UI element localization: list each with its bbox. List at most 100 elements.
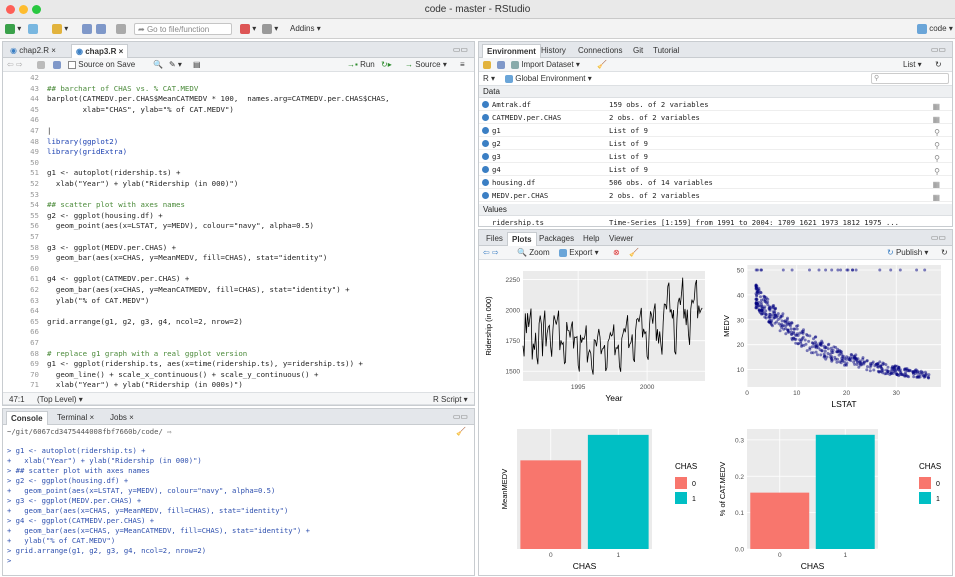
refresh-icon[interactable]: ↻ <box>935 59 942 71</box>
new-file-icon[interactable]: ▾ <box>5 23 21 35</box>
close-tab-icon[interactable]: × <box>119 47 124 56</box>
pane-minmax-icon[interactable]: ▭▭ <box>931 45 946 54</box>
pane-minmax-icon[interactable]: ▭▭ <box>453 45 468 54</box>
outline-icon[interactable]: ≡ <box>460 59 465 71</box>
save-file-icon[interactable] <box>53 59 61 71</box>
tab-jobs[interactable]: Jobs × <box>106 411 138 425</box>
export-button[interactable]: Export ▾ <box>559 247 599 259</box>
tab-viewer[interactable]: Viewer <box>605 232 637 246</box>
console-line: > ## scatter plot with axes names <box>7 466 150 475</box>
broom-icon[interactable]: 🧹 <box>597 59 607 71</box>
clear-plots-icon[interactable]: 🧹 <box>629 247 639 259</box>
compile-report-icon[interactable]: ▤ <box>193 59 201 71</box>
save-all-icon[interactable] <box>96 23 106 35</box>
tab-tutorial[interactable]: Tutorial <box>649 44 683 58</box>
tab-chap2[interactable]: ◉ chap2.R × <box>6 44 60 58</box>
tab-chap3[interactable]: ◉ chap3.R × <box>71 44 129 58</box>
goto-file-input[interactable]: ➦ Go to file/function <box>134 23 232 35</box>
close-window-icon[interactable] <box>6 5 15 14</box>
scope-env-menu[interactable]: Global Environment ▾ <box>505 73 592 85</box>
list-view-menu[interactable]: List ▾ <box>903 59 922 71</box>
goto-dir-icon[interactable]: ⇨ <box>167 427 171 436</box>
env-row[interactable]: g3 List of 9 ⚲ <box>479 150 952 163</box>
close-tab-icon[interactable]: × <box>129 413 134 422</box>
load-workspace-icon[interactable] <box>483 59 491 71</box>
maximize-window-icon[interactable] <box>32 5 41 14</box>
previous-plot-icon[interactable]: ⇦ ⇨ <box>483 247 499 259</box>
save-workspace-icon[interactable] <box>497 59 505 71</box>
console-path: ~/git/6067cd3475444008fbf7660b/code/ ⇨ <box>7 427 171 436</box>
console-output[interactable]: > g1 <- autoplot(ridership.ts) + + xlab("… <box>7 446 470 573</box>
tab-files[interactable]: Files <box>482 232 507 246</box>
env-row[interactable]: CATMEDV.per.CHAS 2 obs. of 2 variables ▦ <box>479 111 952 124</box>
env-row[interactable]: Amtrak.df 159 obs. of 2 variables ▦ <box>479 98 952 111</box>
rerun-button[interactable]: ↻▸ <box>381 59 392 71</box>
expand-object-icon[interactable] <box>482 192 489 199</box>
view-table-icon[interactable]: ▦ <box>932 191 940 204</box>
expand-object-icon[interactable] <box>482 101 489 108</box>
refresh-plot-icon[interactable]: ↻ <box>941 247 948 259</box>
code-area[interactable]: 42 43 ## barchart of CHAS vs. % CAT.MEDV 44… <box>3 73 474 393</box>
expand-object-icon[interactable] <box>482 140 489 147</box>
tab-connections[interactable]: Connections <box>574 44 626 58</box>
new-project-icon[interactable] <box>28 23 38 35</box>
tab-packages[interactable]: Packages <box>535 232 578 246</box>
env-row[interactable]: ridership.ts Time-Series [1:159] from 19… <box>479 216 952 226</box>
addins-menu[interactable]: Addins ▾ <box>290 23 321 35</box>
env-scope-bar: R ▾ Global Environment ▾ ⚲ <box>479 72 952 86</box>
print-icon[interactable] <box>116 23 126 35</box>
code-line: g1 <- autoplot(ridership.ts) + <box>47 168 181 178</box>
run-button[interactable]: →▪ Run <box>347 59 375 71</box>
clear-console-icon[interactable]: 🧹 <box>456 427 466 436</box>
project-menu[interactable]: code ▾ <box>917 23 953 35</box>
env-row[interactable]: MEDV.per.CHAS 2 obs. of 2 variables ▦ <box>479 189 952 202</box>
line-number: 70 <box>30 369 39 379</box>
tab-help[interactable]: Help <box>579 232 603 246</box>
expand-object-icon[interactable] <box>482 114 489 121</box>
pane-minmax-icon[interactable]: ▭▭ <box>931 233 946 242</box>
env-row[interactable]: g2 List of 9 ⚲ <box>479 137 952 150</box>
show-in-window-icon[interactable] <box>37 59 45 71</box>
pane-minmax-icon[interactable]: ▭▭ <box>453 412 468 421</box>
scope-menu[interactable]: (Top Level) ▾ <box>37 394 83 405</box>
tab-terminal[interactable]: Terminal × <box>53 411 98 425</box>
source-on-save-checkbox[interactable]: Source on Save <box>68 59 135 71</box>
back-arrow-icon[interactable]: ⇦ ⇨ <box>7 59 23 71</box>
tab-git[interactable]: Git <box>629 44 647 58</box>
expand-object-icon[interactable] <box>482 153 489 160</box>
env-row[interactable]: housing.df 506 obs. of 14 variables ▦ <box>479 176 952 189</box>
remove-plot-icon[interactable]: ⊗ <box>613 247 620 259</box>
filetype-menu[interactable]: R Script ▾ <box>433 394 468 405</box>
wand-icon[interactable]: ✎ ▾ <box>169 59 182 71</box>
env-row[interactable]: g1 List of 9 ⚲ <box>479 124 952 137</box>
grid-icon[interactable]: ▾ <box>262 23 278 35</box>
scatter-point <box>781 268 785 272</box>
minimize-window-icon[interactable] <box>19 5 28 14</box>
env-search-input[interactable]: ⚲ <box>871 73 949 84</box>
build-icon[interactable]: ▾ <box>240 23 256 35</box>
close-tab-icon[interactable]: × <box>89 413 94 422</box>
expand-object-icon[interactable] <box>482 127 489 134</box>
zoom-button[interactable]: 🔍 Zoom <box>517 247 550 259</box>
code-line: geom_bar(aes(x=CHAS, y=MeanMEDV, fill=CH… <box>47 253 328 263</box>
env-row[interactable]: g4 List of 9 ⚲ <box>479 163 952 176</box>
scatter-point <box>851 268 855 272</box>
goto-arrow-icon: ➦ <box>138 25 145 34</box>
tab-history[interactable]: History <box>537 44 570 58</box>
tab-console[interactable]: Console <box>6 411 48 425</box>
open-file-icon[interactable]: ▾ <box>52 23 68 35</box>
language-menu[interactable]: R ▾ <box>483 73 495 85</box>
close-tab-icon[interactable]: × <box>51 46 56 55</box>
import-dataset-button[interactable]: Import Dataset ▾ <box>511 59 580 71</box>
expand-object-icon[interactable] <box>482 179 489 186</box>
y-tick-label: 0.3 <box>735 437 744 444</box>
tab-plots[interactable]: Plots <box>507 232 537 246</box>
expand-object-icon[interactable] <box>482 166 489 173</box>
tab-plots-label: Plots <box>512 235 532 244</box>
publish-button[interactable]: ↻ Publish ▾ <box>887 247 928 259</box>
source-button[interactable]: → Source ▾ <box>405 59 447 71</box>
search-icon[interactable]: 🔍 <box>153 59 163 71</box>
line-number: 68 <box>30 348 39 358</box>
save-icon[interactable] <box>82 23 92 35</box>
tab-environment[interactable]: Environment <box>482 44 541 58</box>
